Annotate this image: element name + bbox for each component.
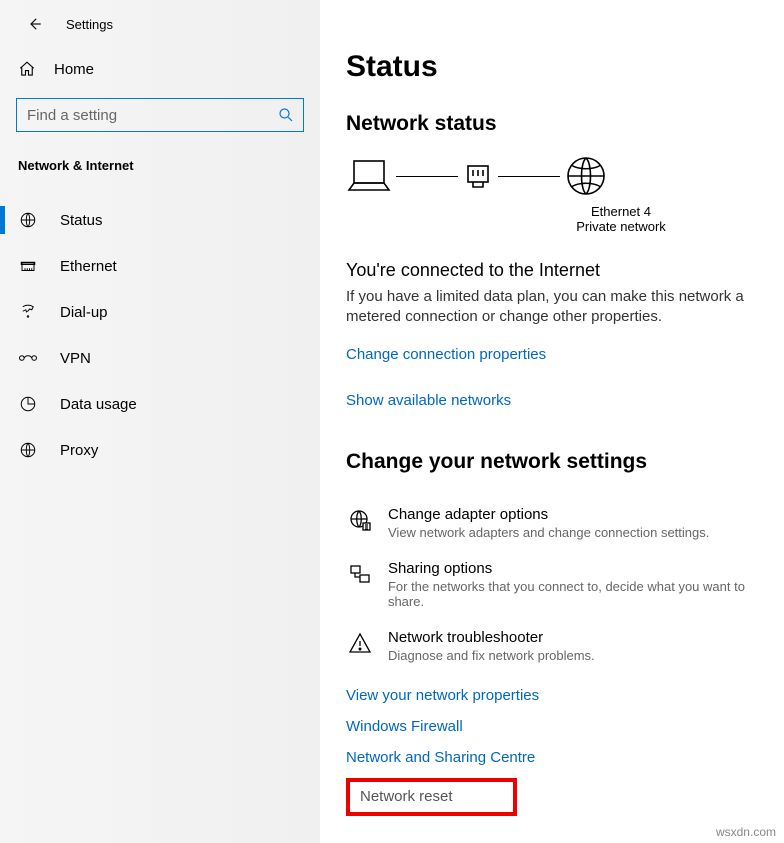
setting-title: Sharing options — [388, 560, 784, 577]
link-change-connection-properties[interactable]: Change connection properties — [346, 346, 546, 363]
phone-icon — [18, 303, 38, 321]
setting-desc: View network adapters and change connect… — [388, 525, 709, 540]
sidebar-item-ethernet[interactable]: Ethernet — [0, 243, 320, 289]
sidebar-item-label: Status — [60, 212, 103, 229]
home-icon — [18, 60, 36, 78]
connected-title: You're connected to the Internet — [346, 260, 784, 281]
link-windows-firewall[interactable]: Windows Firewall — [346, 718, 784, 735]
setting-title: Network troubleshooter — [388, 629, 595, 646]
app-title: Settings — [66, 17, 113, 32]
setting-sharing-options[interactable]: Sharing options For the networks that yo… — [346, 550, 784, 619]
watermark: wsxdn.com — [716, 825, 776, 839]
link-network-reset[interactable]: Network reset — [360, 788, 453, 805]
arrow-left-icon — [25, 15, 43, 33]
bottom-links: View your network properties Windows Fir… — [346, 687, 784, 766]
sidebar-item-label: Proxy — [60, 442, 98, 459]
setting-change-adapter-options[interactable]: Change adapter options View network adap… — [346, 496, 784, 550]
sidebar-item-label: Data usage — [60, 396, 137, 413]
diagram-line — [396, 176, 458, 177]
adapter-options-icon — [346, 506, 374, 540]
setting-title: Change adapter options — [388, 506, 709, 523]
back-button[interactable] — [18, 8, 50, 40]
link-network-sharing-centre[interactable]: Network and Sharing Centre — [346, 749, 784, 766]
diagram-line — [498, 176, 560, 177]
sidebar-group-title: Network & Internet — [0, 132, 320, 183]
sidebar-item-vpn[interactable]: VPN — [0, 335, 320, 381]
sidebar-item-datausage[interactable]: Data usage — [0, 381, 320, 427]
search-wrap — [16, 98, 304, 132]
page-title: Status — [346, 0, 784, 84]
setting-desc: Diagnose and fix network problems. — [388, 648, 595, 663]
troubleshoot-icon — [346, 629, 374, 663]
adapter-icon — [462, 160, 494, 192]
diagram-network-type: Private network — [458, 219, 784, 234]
sidebar-item-label: VPN — [60, 350, 91, 367]
sidebar-item-proxy[interactable]: Proxy — [0, 427, 320, 473]
main-content: Status Network status Ethernet 4 Private… — [320, 0, 784, 843]
globe-large-icon — [564, 154, 608, 198]
network-diagram — [346, 154, 784, 198]
datausage-icon — [18, 395, 38, 413]
globe-icon — [18, 211, 38, 229]
section-change-settings: Change your network settings — [346, 410, 784, 474]
sidebar-item-label: Ethernet — [60, 258, 117, 275]
link-show-available-networks[interactable]: Show available networks — [346, 392, 511, 409]
laptop-icon — [346, 156, 392, 196]
nav-home-label: Home — [54, 61, 94, 78]
sidebar-item-label: Dial-up — [60, 304, 108, 321]
sidebar: Settings Home Network & Internet Status … — [0, 0, 320, 843]
connected-desc: If you have a limited data plan, you can… — [346, 287, 746, 328]
nav-home[interactable]: Home — [0, 48, 320, 90]
search-icon — [277, 106, 295, 124]
link-view-network-properties[interactable]: View your network properties — [346, 687, 784, 704]
search-box — [16, 98, 304, 132]
setting-network-troubleshooter[interactable]: Network troubleshooter Diagnose and fix … — [346, 619, 784, 673]
ethernet-icon — [18, 257, 38, 275]
setting-desc: For the networks that you connect to, de… — [388, 579, 784, 609]
search-input[interactable] — [17, 99, 303, 131]
vpn-icon — [18, 351, 38, 365]
sidebar-item-status[interactable]: Status — [0, 197, 320, 243]
section-network-status: Network status — [346, 84, 784, 136]
topbar: Settings — [0, 0, 320, 48]
settings-list: Change adapter options View network adap… — [346, 496, 784, 673]
sidebar-item-dialup[interactable]: Dial-up — [0, 289, 320, 335]
sidebar-nav: Status Ethernet Dial-up VPN Data usage — [0, 197, 320, 473]
highlight-network-reset: Network reset — [346, 778, 517, 816]
proxy-icon — [18, 441, 38, 459]
diagram-adapter-name: Ethernet 4 — [458, 204, 784, 219]
sharing-icon — [346, 560, 374, 609]
